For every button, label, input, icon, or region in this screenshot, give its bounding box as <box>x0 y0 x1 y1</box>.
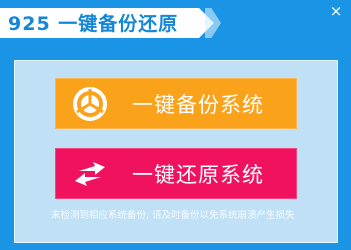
title-badge-edge <box>205 8 221 38</box>
pie-segments-icon <box>70 84 110 124</box>
close-icon: × <box>329 2 343 20</box>
backup-system-button[interactable]: 一键备份系统 <box>55 78 297 129</box>
content-panel: 一键备份系统 一键还原系统 未检测到相应系统备份, 请及时备份以免系统崩溃产生损… <box>14 60 338 243</box>
restore-button-label: 一键还原系统 <box>132 162 264 187</box>
backup-button-label: 一键备份系统 <box>132 92 264 117</box>
backup-status-hint: 未检测到相应系统备份, 请及时备份以免系统崩溃产生损失 <box>51 210 295 221</box>
window-title: 925 一键备份还原 <box>8 13 179 35</box>
restore-system-button[interactable]: 一键还原系统 <box>55 148 297 199</box>
close-button[interactable]: × <box>325 2 347 20</box>
swap-arrows-icon <box>70 154 110 194</box>
app-window: 925 一键备份还原 × 一键备份系统 一键还原系统 未检测到相应系统备份, 请… <box>0 0 351 250</box>
